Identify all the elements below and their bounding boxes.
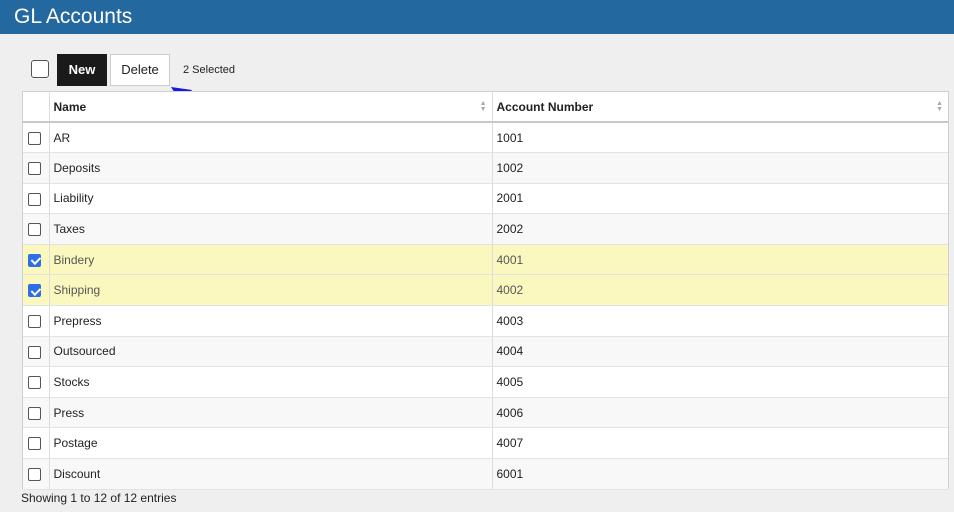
- row-checkbox[interactable]: [28, 131, 41, 145]
- row-checkbox[interactable]: [28, 406, 41, 420]
- new-button[interactable]: New: [57, 54, 107, 86]
- row-checkbox[interactable]: [28, 253, 41, 267]
- account-name-cell: Discount: [49, 458, 493, 490]
- select-all-checkbox[interactable]: [31, 60, 49, 78]
- table-row[interactable]: Deposits 1002: [23, 152, 948, 184]
- table-row[interactable]: Press 4006: [23, 397, 948, 429]
- sort-icon: ▲ ▼: [479, 100, 487, 113]
- column-header-account-number[interactable]: Account Number ▲ ▼: [492, 92, 948, 123]
- table-row[interactable]: Postage 4007: [23, 427, 948, 460]
- row-checkbox[interactable]: [28, 376, 41, 390]
- page-header: GL Accounts: [0, 0, 954, 34]
- account-name-cell: Prepress: [49, 305, 493, 337]
- row-checkbox[interactable]: [28, 192, 41, 206]
- row-checkbox-cell: [23, 336, 50, 368]
- table-row[interactable]: Bindery 4001: [23, 244, 948, 276]
- table-row[interactable]: Liability 2001: [23, 183, 948, 215]
- table-row[interactable]: Outsourced 4004: [23, 336, 948, 368]
- account-name-cell: Postage: [49, 427, 493, 460]
- row-checkbox[interactable]: [28, 345, 41, 359]
- account-name-cell: Bindery: [49, 244, 493, 276]
- account-number-cell: 4002: [492, 274, 948, 307]
- account-number-cell: 4006: [492, 397, 948, 429]
- account-name-cell: Shipping: [49, 274, 493, 307]
- table-row[interactable]: Discount 6001: [23, 458, 948, 490]
- page-title: GL Accounts: [14, 5, 133, 28]
- table-row[interactable]: Prepress 4003: [23, 305, 948, 337]
- row-checkbox[interactable]: [28, 162, 41, 176]
- table-row[interactable]: AR 1001: [23, 122, 948, 154]
- column-header-name[interactable]: Name ▲ ▼: [49, 92, 493, 123]
- account-number-cell: 1002: [492, 152, 948, 184]
- row-checkbox[interactable]: [28, 223, 41, 237]
- account-name-cell: AR: [49, 122, 493, 154]
- table-row[interactable]: Shipping 4002: [23, 274, 948, 307]
- row-checkbox-cell: [23, 458, 50, 490]
- table-body: AR 1001 Deposits 1002 Liability 2001 Taxes 2002…: [23, 122, 948, 490]
- row-checkbox[interactable]: [28, 437, 41, 451]
- account-number-cell: 4001: [492, 244, 948, 276]
- account-number-cell: 2001: [492, 183, 948, 215]
- row-checkbox-cell: [23, 244, 50, 276]
- account-number-cell: 6001: [492, 458, 948, 490]
- account-number-cell: 4004: [492, 336, 948, 368]
- account-name-cell: Deposits: [49, 152, 493, 184]
- account-number-cell: 4005: [492, 366, 948, 398]
- account-name-cell: Liability: [49, 183, 493, 215]
- account-name-cell: Outsourced: [49, 336, 493, 368]
- account-number-cell: 4003: [492, 305, 948, 337]
- row-checkbox[interactable]: [28, 284, 41, 298]
- selected-count: 2 Selected: [183, 64, 235, 76]
- row-checkbox-cell: [23, 274, 50, 307]
- table-info: Showing 1 to 12 of 12 entries: [21, 491, 177, 505]
- column-header-label: Account Number: [496, 99, 594, 114]
- row-checkbox-cell: [23, 183, 50, 215]
- account-name-cell: Press: [49, 397, 493, 429]
- row-checkbox-cell: [23, 213, 50, 245]
- account-number-cell: 4007: [492, 427, 948, 460]
- header-checkbox-cell: [23, 92, 50, 123]
- account-name-cell: Taxes: [49, 213, 493, 245]
- toolbar: New Delete 2 Selected: [0, 54, 954, 86]
- table-header-row: Name ▲ ▼ Account Number ▲ ▼: [23, 92, 948, 123]
- table-row[interactable]: Stocks 4005: [23, 366, 948, 398]
- row-checkbox-cell: [23, 366, 50, 398]
- table-row[interactable]: Taxes 2002: [23, 213, 948, 245]
- delete-button[interactable]: Delete: [110, 54, 170, 86]
- sort-icon: ▲ ▼: [936, 100, 943, 113]
- account-number-cell: 2002: [492, 213, 948, 245]
- account-name-cell: Stocks: [49, 366, 493, 398]
- row-checkbox-cell: [23, 305, 50, 337]
- column-header-label: Name: [53, 99, 87, 114]
- row-checkbox-cell: [23, 152, 50, 184]
- row-checkbox-cell: [23, 122, 50, 154]
- gl-accounts-table: Name ▲ ▼ Account Number ▲ ▼ AR 1001 Deposits…: [22, 91, 949, 490]
- row-checkbox-cell: [23, 397, 50, 429]
- row-checkbox[interactable]: [28, 467, 41, 481]
- row-checkbox-cell: [23, 427, 50, 460]
- account-number-cell: 1001: [492, 122, 948, 154]
- row-checkbox[interactable]: [28, 315, 41, 329]
